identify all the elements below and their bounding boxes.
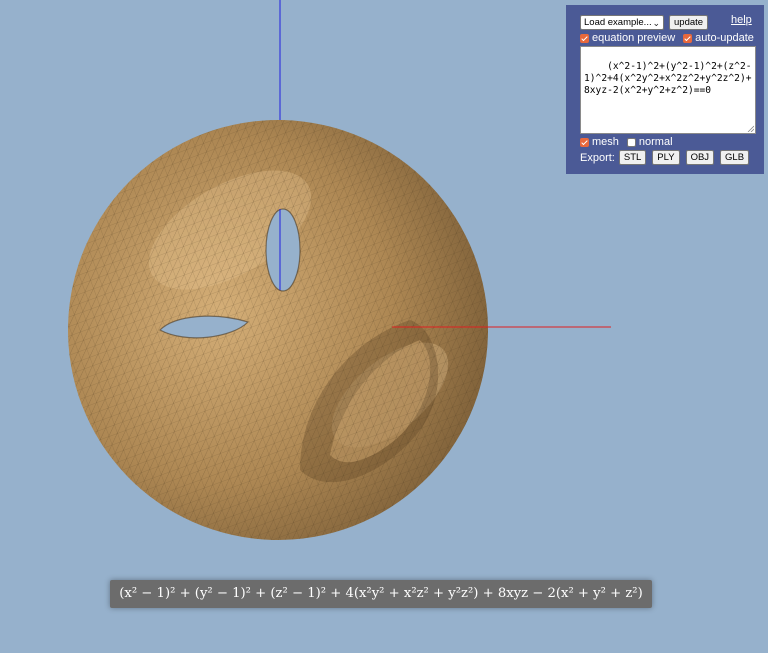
control-panel: Load example... ⌄ update help equation p… bbox=[566, 5, 764, 174]
mesh-label: mesh bbox=[592, 136, 619, 148]
help-link[interactable]: help bbox=[731, 14, 752, 26]
mesh-checkbox[interactable] bbox=[580, 137, 589, 147]
auto-update-checkbox[interactable] bbox=[683, 33, 693, 43]
equation-preview-text: (x² − 1)² + (y² − 1)² + (z² − 1)² + 4(x²… bbox=[119, 586, 643, 601]
normal-label: normal bbox=[638, 136, 673, 148]
export-glb-button[interactable]: GLB bbox=[720, 150, 750, 165]
chevron-down-icon: ⌄ bbox=[652, 18, 660, 28]
auto-update-label: auto-update bbox=[695, 32, 754, 44]
implicit-surface bbox=[68, 120, 488, 540]
export-label: Export: bbox=[580, 151, 615, 164]
equation-input[interactable]: (x^2-1)^2+(y^2-1)^2+(z^2-1)^2+4(x^2y^2+x… bbox=[580, 46, 756, 134]
export-obj-button[interactable]: OBJ bbox=[685, 150, 715, 165]
equation-preview-label: equation preview bbox=[592, 32, 676, 44]
equation-preview: (x² − 1)² + (y² − 1)² + (z² − 1)² + 4(x²… bbox=[110, 580, 652, 608]
normal-checkbox[interactable] bbox=[626, 137, 636, 147]
resize-grip-icon[interactable] bbox=[747, 125, 754, 132]
update-button[interactable]: update bbox=[669, 15, 709, 30]
example-select[interactable]: Load example... ⌄ bbox=[580, 15, 664, 30]
export-ply-button[interactable]: PLY bbox=[652, 150, 680, 165]
export-stl-button[interactable]: STL bbox=[618, 150, 647, 165]
equation-preview-checkbox[interactable] bbox=[580, 33, 589, 43]
